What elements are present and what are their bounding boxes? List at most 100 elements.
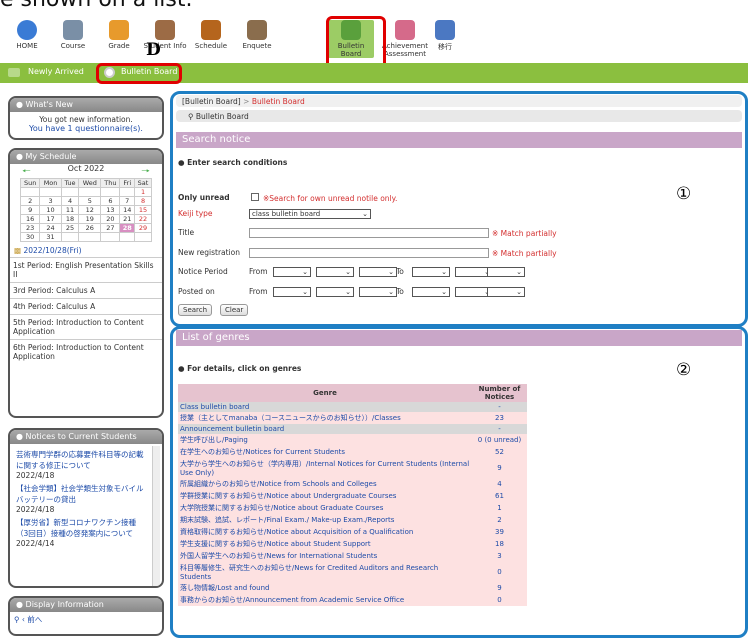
genre-name[interactable]: 学生支援に関するお知らせ/Notice about Student Suppor… <box>178 538 472 550</box>
genre-name[interactable]: 所属組織からのお知らせ/Notice from Schools and Coll… <box>178 478 472 490</box>
genre-name[interactable]: 期末試験、追試、レポート/Final Exam./ Make-up Exam./… <box>178 514 472 526</box>
date-select[interactable]: ⌄ <box>412 267 450 277</box>
calendar-day[interactable]: 17 <box>39 214 62 224</box>
date-select[interactable]: ⌄ <box>273 267 311 277</box>
nav-course[interactable]: Course <box>50 20 96 50</box>
genre-name[interactable]: 授業（主としてmanaba（コースニュースからのお知らせ））/Classes <box>178 412 472 424</box>
calendar-day[interactable]: 16 <box>19 214 41 224</box>
period-item[interactable]: 3rd Period: Calculus A <box>10 282 162 298</box>
notices-scrollbar[interactable] <box>152 446 160 586</box>
questionnaire-link[interactable]: You have 1 questionnaire(s). <box>10 124 162 133</box>
title-input[interactable] <box>249 228 489 238</box>
calendar-day[interactable]: 19 <box>78 214 102 224</box>
notice-link[interactable]: 【厚労省】新型コロナワクチン接種（3回目）接種の啓発案内について <box>16 517 148 539</box>
genre-row[interactable]: 大学院授業に関するお知らせ/Notice about Graduate Cour… <box>178 502 527 514</box>
date-select[interactable]: ⌄ <box>359 287 397 297</box>
calendar-day[interactable]: 12 <box>78 205 102 215</box>
genre-row[interactable]: 学生支援に関するお知らせ/Notice about Student Suppor… <box>178 538 527 550</box>
calendar-day[interactable]: 10 <box>39 205 62 215</box>
genre-row[interactable]: 落し物情報/Lost and found 9 <box>178 582 527 594</box>
date-select[interactable]: ⌄ <box>273 287 311 297</box>
calendar-day[interactable]: 13 <box>100 205 121 215</box>
genre-name[interactable]: 科目等履修生、研究生へのお知らせ/News for Credited Audit… <box>178 562 472 582</box>
new-registration-input[interactable] <box>249 248 489 258</box>
calendar-day[interactable]: 2 <box>19 196 41 206</box>
genre-name[interactable]: 大学院授業に関するお知らせ/Notice about Graduate Cour… <box>178 502 472 514</box>
genre-name[interactable]: 落し物情報/Lost and found <box>178 582 472 594</box>
genre-row[interactable]: 授業（主としてmanaba（コースニュースからのお知らせ））/Classes 23 <box>178 412 527 424</box>
calendar-day <box>78 232 102 242</box>
calendar-day[interactable]: 7 <box>119 196 136 206</box>
calendar-day[interactable]: 21 <box>119 214 136 224</box>
calendar-day[interactable]: 11 <box>60 205 80 215</box>
genre-name[interactable]: 大学から学生へのお知らせ（学内専用）/Internal Notices for … <box>178 458 472 478</box>
date-select[interactable]: ⌄ <box>316 267 354 277</box>
search-button[interactable]: Search <box>178 304 213 316</box>
keiji-type-select[interactable]: class bulletin board ⌄ <box>249 209 371 219</box>
genre-row[interactable]: 外国人留学生へのお知らせ/News for International Stud… <box>178 550 527 562</box>
calendar-day[interactable]: 26 <box>78 223 102 233</box>
genre-row[interactable]: 学生呼び出し/Paging 0 (0 unread) <box>178 434 527 446</box>
genre-row[interactable]: 大学から学生へのお知らせ（学内専用）/Internal Notices for … <box>178 458 527 478</box>
nav-home[interactable]: HOME <box>4 20 50 50</box>
calendar-day[interactable]: 15 <box>134 205 152 215</box>
calendar-day[interactable]: 6 <box>100 196 121 206</box>
period-item[interactable]: 5th Period: Introduction to Content Appl… <box>10 314 162 339</box>
prev-month-arrow-icon[interactable]: 🠔 <box>22 164 31 181</box>
date-select[interactable]: ⌄ <box>316 287 354 297</box>
calendar-day[interactable]: 5 <box>78 196 102 206</box>
calendar-day[interactable]: 1 <box>134 187 152 197</box>
calendar-day[interactable]: 23 <box>19 223 41 233</box>
calendar-day[interactable]: 24 <box>39 223 62 233</box>
nav-enquete[interactable]: Enquete <box>234 20 280 50</box>
genre-row[interactable]: 在学生へのお知らせ/Notices for Current Students 52 <box>178 446 527 458</box>
calendar-day <box>100 232 121 242</box>
tab-newly-arrived[interactable]: Newly Arrived <box>28 67 84 76</box>
calendar-day[interactable]: 9 <box>19 205 41 215</box>
prev-link[interactable]: ⚲ ‹ 前へ <box>10 612 162 627</box>
period-item[interactable]: 4th Period: Calculus A <box>10 298 162 314</box>
date-select[interactable]: ⌄ <box>359 267 397 277</box>
selected-date[interactable]: ▩ 2022/10/28(Fri) <box>10 244 162 257</box>
genre-name[interactable]: 在学生へのお知らせ/Notices for Current Students <box>178 446 472 458</box>
calendar-day[interactable]: 30 <box>19 232 41 242</box>
genre-name[interactable]: 学群授業に関するお知らせ/Notice about Undergraduate … <box>178 490 472 502</box>
notice-link[interactable]: 【社会学類】社会学類生対象モバイルバッテリーの貸出 <box>16 483 148 505</box>
calendar-day[interactable]: 27 <box>100 223 121 233</box>
genre-row[interactable]: 所属組織からのお知らせ/Notice from Schools and Coll… <box>178 478 527 490</box>
date-select[interactable]: ⌄ <box>412 287 450 297</box>
genre-name[interactable]: 学生呼び出し/Paging <box>178 434 472 446</box>
genre-row[interactable]: 学群授業に関するお知らせ/Notice about Undergraduate … <box>178 490 527 502</box>
nav-grade[interactable]: Grade <box>96 20 142 50</box>
calendar-day[interactable]: 18 <box>60 214 80 224</box>
genre-row[interactable]: 科目等履修生、研究生へのお知らせ/News for Credited Audit… <box>178 562 527 582</box>
breadcrumb: [Bulletin Board] > Bulletin Board <box>176 95 742 107</box>
calendar-day[interactable]: 4 <box>60 196 80 206</box>
calendar-day[interactable]: 28 <box>119 223 136 233</box>
clear-button[interactable]: Clear <box>220 304 249 316</box>
genre-name[interactable]: 外国人留学生へのお知らせ/News for International Stud… <box>178 550 472 562</box>
genre-row[interactable]: 事務からのお知らせ/Announcement from Academic Ser… <box>178 594 527 606</box>
calendar-day[interactable]: 20 <box>100 214 121 224</box>
calendar-day[interactable]: 31 <box>39 232 62 242</box>
date-select[interactable]: ⌄ <box>487 267 525 277</box>
nav-schedule[interactable]: Schedule <box>188 20 234 50</box>
period-item[interactable]: 6th Period: Introduction to Content Appl… <box>10 339 162 364</box>
genre-name[interactable]: 事務からのお知らせ/Announcement from Academic Ser… <box>178 594 472 606</box>
breadcrumb-root[interactable]: [Bulletin Board] <box>182 97 241 106</box>
calendar-day[interactable]: 25 <box>60 223 80 233</box>
only-unread-checkbox[interactable] <box>251 193 259 201</box>
nav-transfer[interactable]: 移行 <box>422 20 468 52</box>
period-item[interactable]: 1st Period: English Presentation Skills … <box>10 257 162 282</box>
calendar-day[interactable]: 3 <box>39 196 62 206</box>
genre-row[interactable]: 資格取得に関するお知らせ/Notice about Acquisition of… <box>178 526 527 538</box>
date-select[interactable]: ⌄ <box>487 287 525 297</box>
calendar-day[interactable]: 29 <box>134 223 152 233</box>
genre-row[interactable]: 期末試験、追試、レポート/Final Exam./ Make-up Exam./… <box>178 514 527 526</box>
calendar-day[interactable]: 8 <box>134 196 152 206</box>
next-month-arrow-icon[interactable]: 🠖 <box>141 164 150 181</box>
notice-link[interactable]: 芸術専門学群の応募要件科目等の記載に関する修正について <box>16 449 148 471</box>
calendar-day[interactable]: 14 <box>119 205 136 215</box>
calendar-day[interactable]: 22 <box>134 214 152 224</box>
genre-name[interactable]: 資格取得に関するお知らせ/Notice about Acquisition of… <box>178 526 472 538</box>
